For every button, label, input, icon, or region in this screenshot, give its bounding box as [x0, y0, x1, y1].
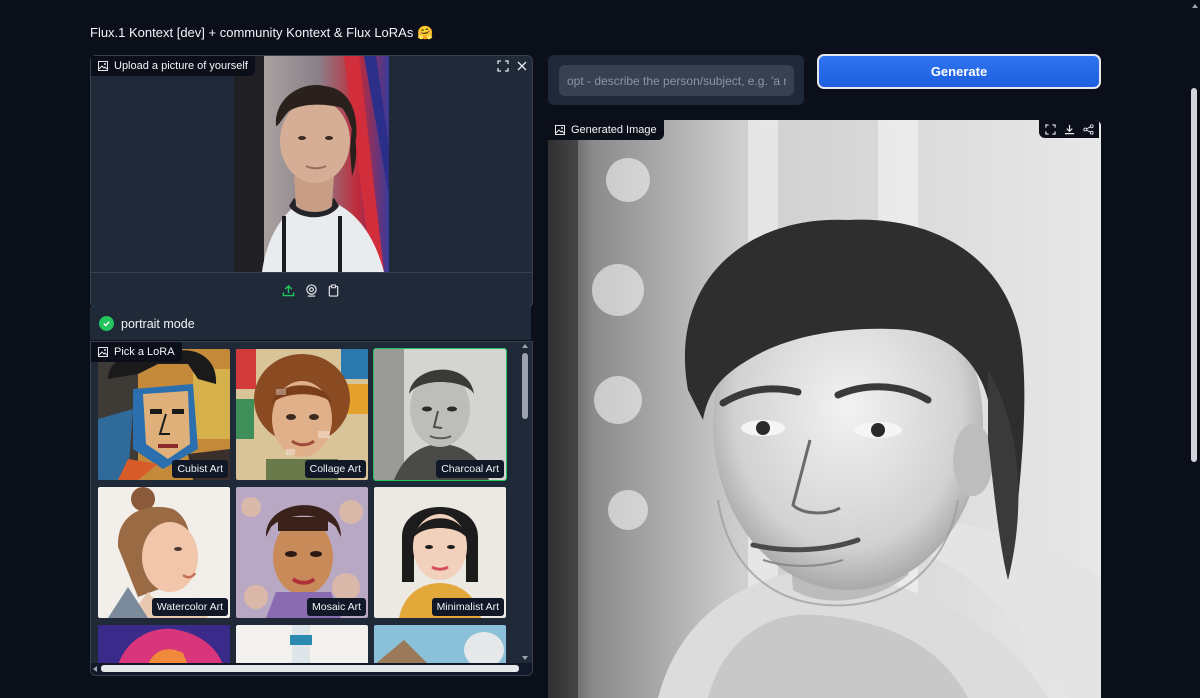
image-icon [555, 125, 565, 135]
scroll-left-icon[interactable] [93, 666, 97, 672]
share-icon[interactable] [1079, 120, 1097, 138]
scroll-down-icon[interactable] [522, 656, 528, 660]
output-label: Generated Image [548, 120, 664, 140]
lora-item[interactable] [98, 625, 230, 665]
scroll-up-icon[interactable] [522, 344, 528, 348]
clipboard-icon[interactable] [324, 281, 342, 299]
lora-item-mosaic-art[interactable]: Mosaic Art [236, 487, 368, 618]
lora-scrollbar[interactable] [519, 342, 531, 663]
lora-hscrollbar[interactable] [91, 663, 532, 675]
generated-image [548, 120, 1101, 698]
upload-toolbar [91, 272, 532, 307]
lora-item-caption: Collage Art [304, 460, 366, 478]
lora-item[interactable] [374, 625, 506, 665]
output-panel: Generated Image [548, 120, 1101, 698]
lora-label: Pick a LoRA [91, 342, 182, 362]
page-scrollbar[interactable] [1189, 0, 1200, 698]
portrait-mode-label: portrait mode [121, 316, 195, 331]
lora-item-caption: Mosaic Art [306, 598, 366, 616]
lora-item[interactable] [236, 625, 368, 665]
upload-icon[interactable] [279, 281, 297, 299]
fullscreen-icon[interactable] [1041, 120, 1059, 138]
upload-label: Upload a picture of yourself [91, 56, 255, 76]
lora-item-minimalist-art[interactable]: Minimalist Art [374, 487, 506, 618]
output-toolbar [1039, 120, 1099, 138]
lora-item-caption: Minimalist Art [431, 598, 504, 616]
page-scroll-up-icon[interactable] [1192, 4, 1198, 8]
upload-panel: Upload a picture of yourself [90, 55, 533, 308]
uploaded-photo [234, 56, 389, 272]
prompt-panel [548, 55, 804, 105]
portrait-mode-row[interactable]: portrait mode [90, 307, 531, 340]
lora-item-cubist-art[interactable]: Cubist Art [98, 349, 230, 480]
app-title: Flux.1 Kontext [dev] + community Kontext… [90, 25, 434, 40]
webcam-icon[interactable] [302, 281, 320, 299]
lora-item-collage-art[interactable]: Collage Art [236, 349, 368, 480]
prompt-input[interactable] [559, 65, 794, 96]
generate-button[interactable]: Generate [817, 54, 1101, 89]
lora-item-caption: Charcoal Art [436, 460, 504, 478]
image-icon [98, 347, 108, 357]
lora-scrollbar-thumb[interactable] [522, 353, 528, 419]
download-icon[interactable] [1060, 120, 1078, 138]
lora-item-charcoal-art[interactable]: Charcoal Art [373, 348, 507, 481]
image-icon [98, 61, 108, 71]
lora-label-text: Pick a LoRA [114, 346, 175, 358]
close-icon[interactable] [513, 57, 531, 75]
output-label-text: Generated Image [571, 124, 657, 136]
lora-hscrollbar-thumb[interactable] [101, 665, 519, 672]
upload-label-text: Upload a picture of yourself [114, 60, 248, 72]
lora-item-caption: Cubist Art [172, 460, 228, 478]
lora-item-watercolor-art[interactable]: Watercolor Art [98, 487, 230, 618]
fullscreen-icon[interactable] [494, 57, 512, 75]
checkbox-checked-icon[interactable] [99, 316, 114, 331]
lora-item-caption: Watercolor Art [151, 598, 228, 616]
page-scrollbar-thumb[interactable] [1191, 88, 1197, 462]
lora-gallery: Pick a LoRA Cubist Art Collage Art Charc… [90, 341, 533, 676]
